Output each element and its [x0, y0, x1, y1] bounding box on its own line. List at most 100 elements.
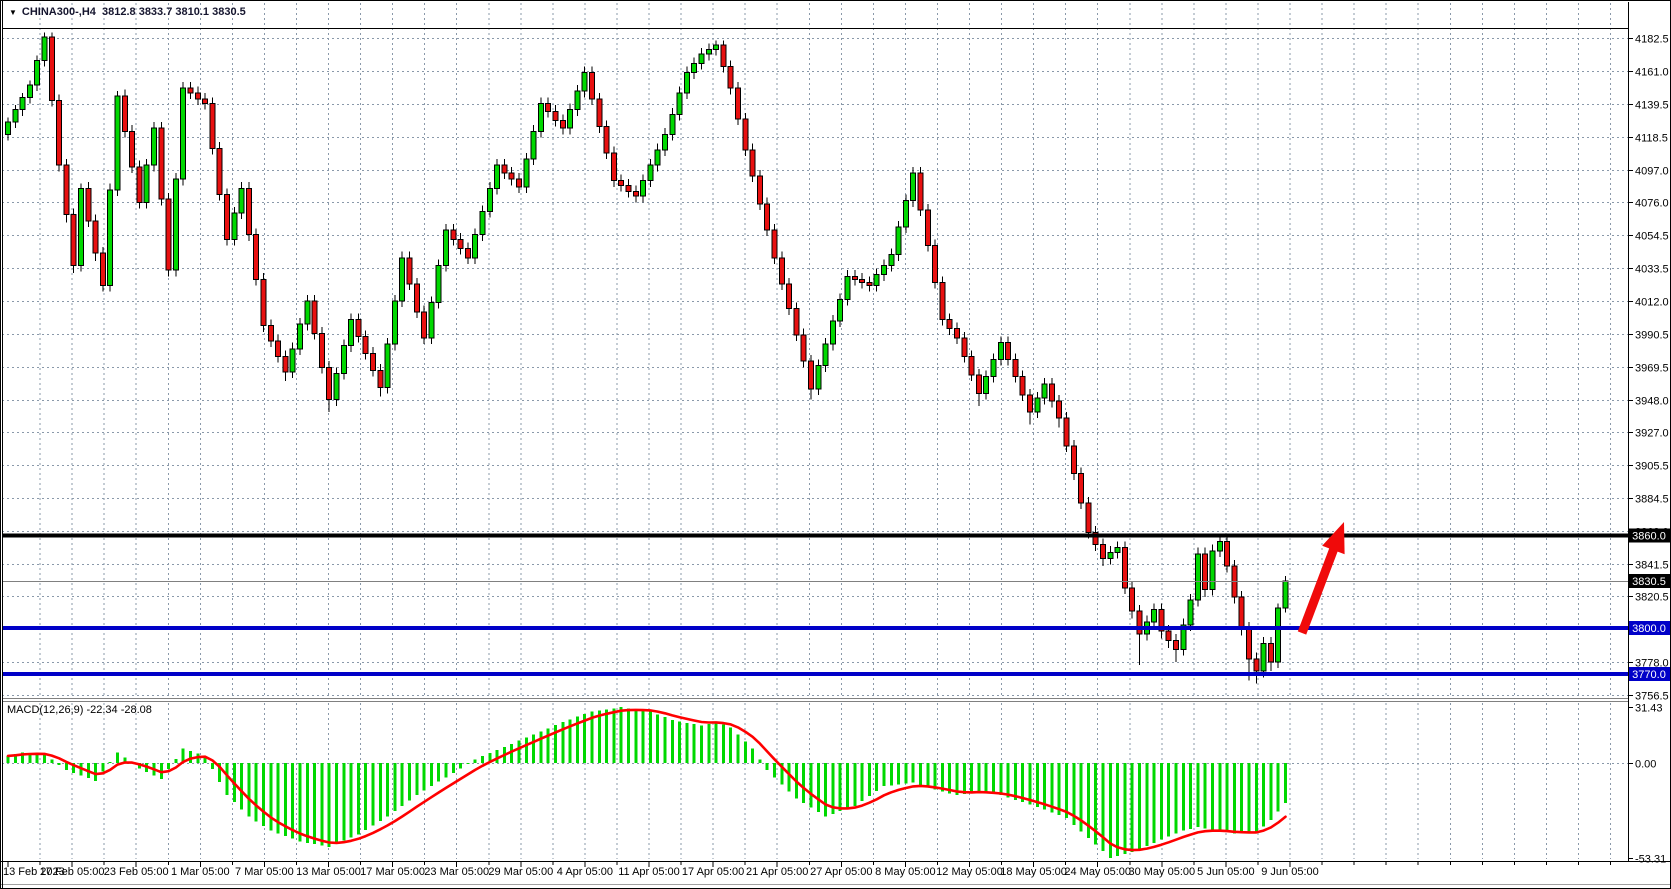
- price-label-box-text: 3800.0: [1632, 623, 1666, 635]
- macd-tick-label: 31.43: [1635, 703, 1663, 715]
- candle-body-down: [122, 96, 127, 131]
- annotation-arrow-head[interactable]: [1322, 522, 1344, 554]
- candle-body-up: [298, 324, 303, 349]
- candle-body-down: [246, 188, 251, 234]
- candle-body-up: [538, 104, 543, 132]
- candle-body-up: [531, 131, 536, 159]
- price-label-box-text: 3830.5: [1632, 576, 1666, 588]
- time-label: 30 May 05:00: [1128, 866, 1195, 878]
- candle-body-down: [1049, 384, 1054, 401]
- candle-body-down: [1247, 628, 1252, 659]
- candle-body-down: [509, 173, 514, 179]
- candle-body-down: [925, 210, 930, 245]
- price-tick-label: 4139.5: [1635, 100, 1669, 112]
- time-label: 7 Mar 05:00: [235, 866, 294, 878]
- candle-body-up: [79, 188, 84, 265]
- chart-canvas[interactable]: 4182.54161.04139.54118.54097.04076.04054…: [0, 0, 1671, 889]
- candle-body-down: [728, 67, 733, 89]
- candle-body-down: [356, 319, 361, 336]
- candle-body-up: [1195, 554, 1200, 600]
- candle-body-down: [743, 119, 748, 150]
- candle-body-up: [845, 276, 850, 299]
- candle-body-up: [400, 258, 405, 301]
- candle-body-up: [568, 110, 573, 129]
- candle-body-down: [962, 338, 967, 357]
- candle-body-up: [1276, 608, 1281, 662]
- candle-body-up: [239, 188, 244, 213]
- annotation-arrow-shaft[interactable]: [1302, 546, 1335, 633]
- candle-body-up: [816, 366, 821, 389]
- candle-body-down: [918, 173, 923, 210]
- price-tick-label: 4076.0: [1635, 198, 1669, 210]
- time-label: 9 Jun 05:00: [1261, 866, 1319, 878]
- candle-body-down: [312, 301, 317, 333]
- time-label: 11 Apr 05:00: [618, 866, 680, 878]
- candle-body-down: [465, 249, 470, 258]
- candle-body-up: [1108, 552, 1113, 558]
- time-label: 1 Mar 05:00: [171, 866, 230, 878]
- candle-body-down: [1064, 418, 1069, 446]
- candle-body-up: [575, 91, 580, 110]
- candle-body-down: [750, 150, 755, 176]
- candle-body-down: [1101, 545, 1106, 559]
- candle-body-down: [319, 333, 324, 367]
- candle-body-down: [414, 284, 419, 312]
- candle-body-up: [385, 344, 390, 387]
- candle-body-down: [64, 165, 69, 214]
- candle-body-up: [663, 134, 668, 149]
- candle-body-down: [794, 309, 799, 335]
- candle-body-up: [42, 37, 47, 60]
- candle-body-down: [268, 326, 273, 341]
- candle-body-down: [93, 221, 98, 253]
- candle-body-up: [874, 275, 879, 286]
- candle-body-down: [1137, 611, 1142, 634]
- candle-body-up: [473, 235, 478, 258]
- candle-body-up: [115, 96, 120, 190]
- candle-body-down: [261, 279, 266, 325]
- candle-body-down: [933, 245, 938, 282]
- macd-tick-label: 0.00: [1635, 759, 1656, 771]
- candle-body-down: [611, 153, 616, 181]
- time-label: 8 May 05:00: [875, 866, 936, 878]
- candle-body-down: [1079, 474, 1084, 503]
- candle-body-down: [940, 282, 945, 319]
- candle-body-down: [860, 279, 865, 282]
- candle-body-up: [35, 60, 40, 85]
- candle-body-up: [1188, 600, 1193, 625]
- candle-body-down: [137, 167, 142, 202]
- candle-body-up: [144, 165, 149, 202]
- candle-body-up: [582, 73, 587, 92]
- price-tick-label: 3969.5: [1635, 363, 1669, 375]
- price-tick-label: 3884.5: [1635, 494, 1669, 506]
- time-label: 21 Apr 05:00: [746, 866, 808, 878]
- candle-body-up: [334, 373, 339, 399]
- price-tick-label: 4054.5: [1635, 231, 1669, 243]
- candle-body-up: [27, 85, 32, 97]
- candle-body-down: [371, 353, 376, 370]
- candle-body-down: [801, 335, 806, 361]
- symbol-info-line: ▼ CHINA300-,H4 3812.8 3833.7 3810.1 3830…: [9, 6, 246, 18]
- candle-body-up: [429, 303, 434, 338]
- candle-body-down: [71, 215, 76, 266]
- price-tick-label: 3841.5: [1635, 560, 1669, 572]
- candle-body-down: [1203, 554, 1208, 589]
- candle-body-up: [830, 321, 835, 344]
- candle-body-up: [6, 122, 11, 134]
- candle-body-down: [1006, 343, 1011, 360]
- candle-body-down: [1268, 643, 1273, 662]
- candle-body-up: [641, 181, 646, 196]
- candle-body-up: [1042, 384, 1047, 398]
- time-label: 23 Feb 05:00: [104, 866, 169, 878]
- price-tick-label: 4012.0: [1635, 297, 1669, 309]
- time-label: 23 Mar 05:00: [424, 866, 489, 878]
- candle-body-up: [487, 188, 492, 211]
- candle-body-up: [152, 128, 157, 165]
- candle-body-up: [480, 212, 485, 235]
- candle-body-down: [100, 253, 105, 285]
- price-tick-label: 3820.5: [1635, 592, 1669, 604]
- time-label: 13 Mar 05:00: [296, 866, 361, 878]
- candle-body-up: [108, 190, 113, 286]
- time-label: 29 Mar 05:00: [488, 866, 553, 878]
- symbol-ohlc-text: CHINA300-,H4 3812.8 3833.7 3810.1 3830.5: [22, 6, 246, 18]
- candle-body-down: [283, 356, 288, 371]
